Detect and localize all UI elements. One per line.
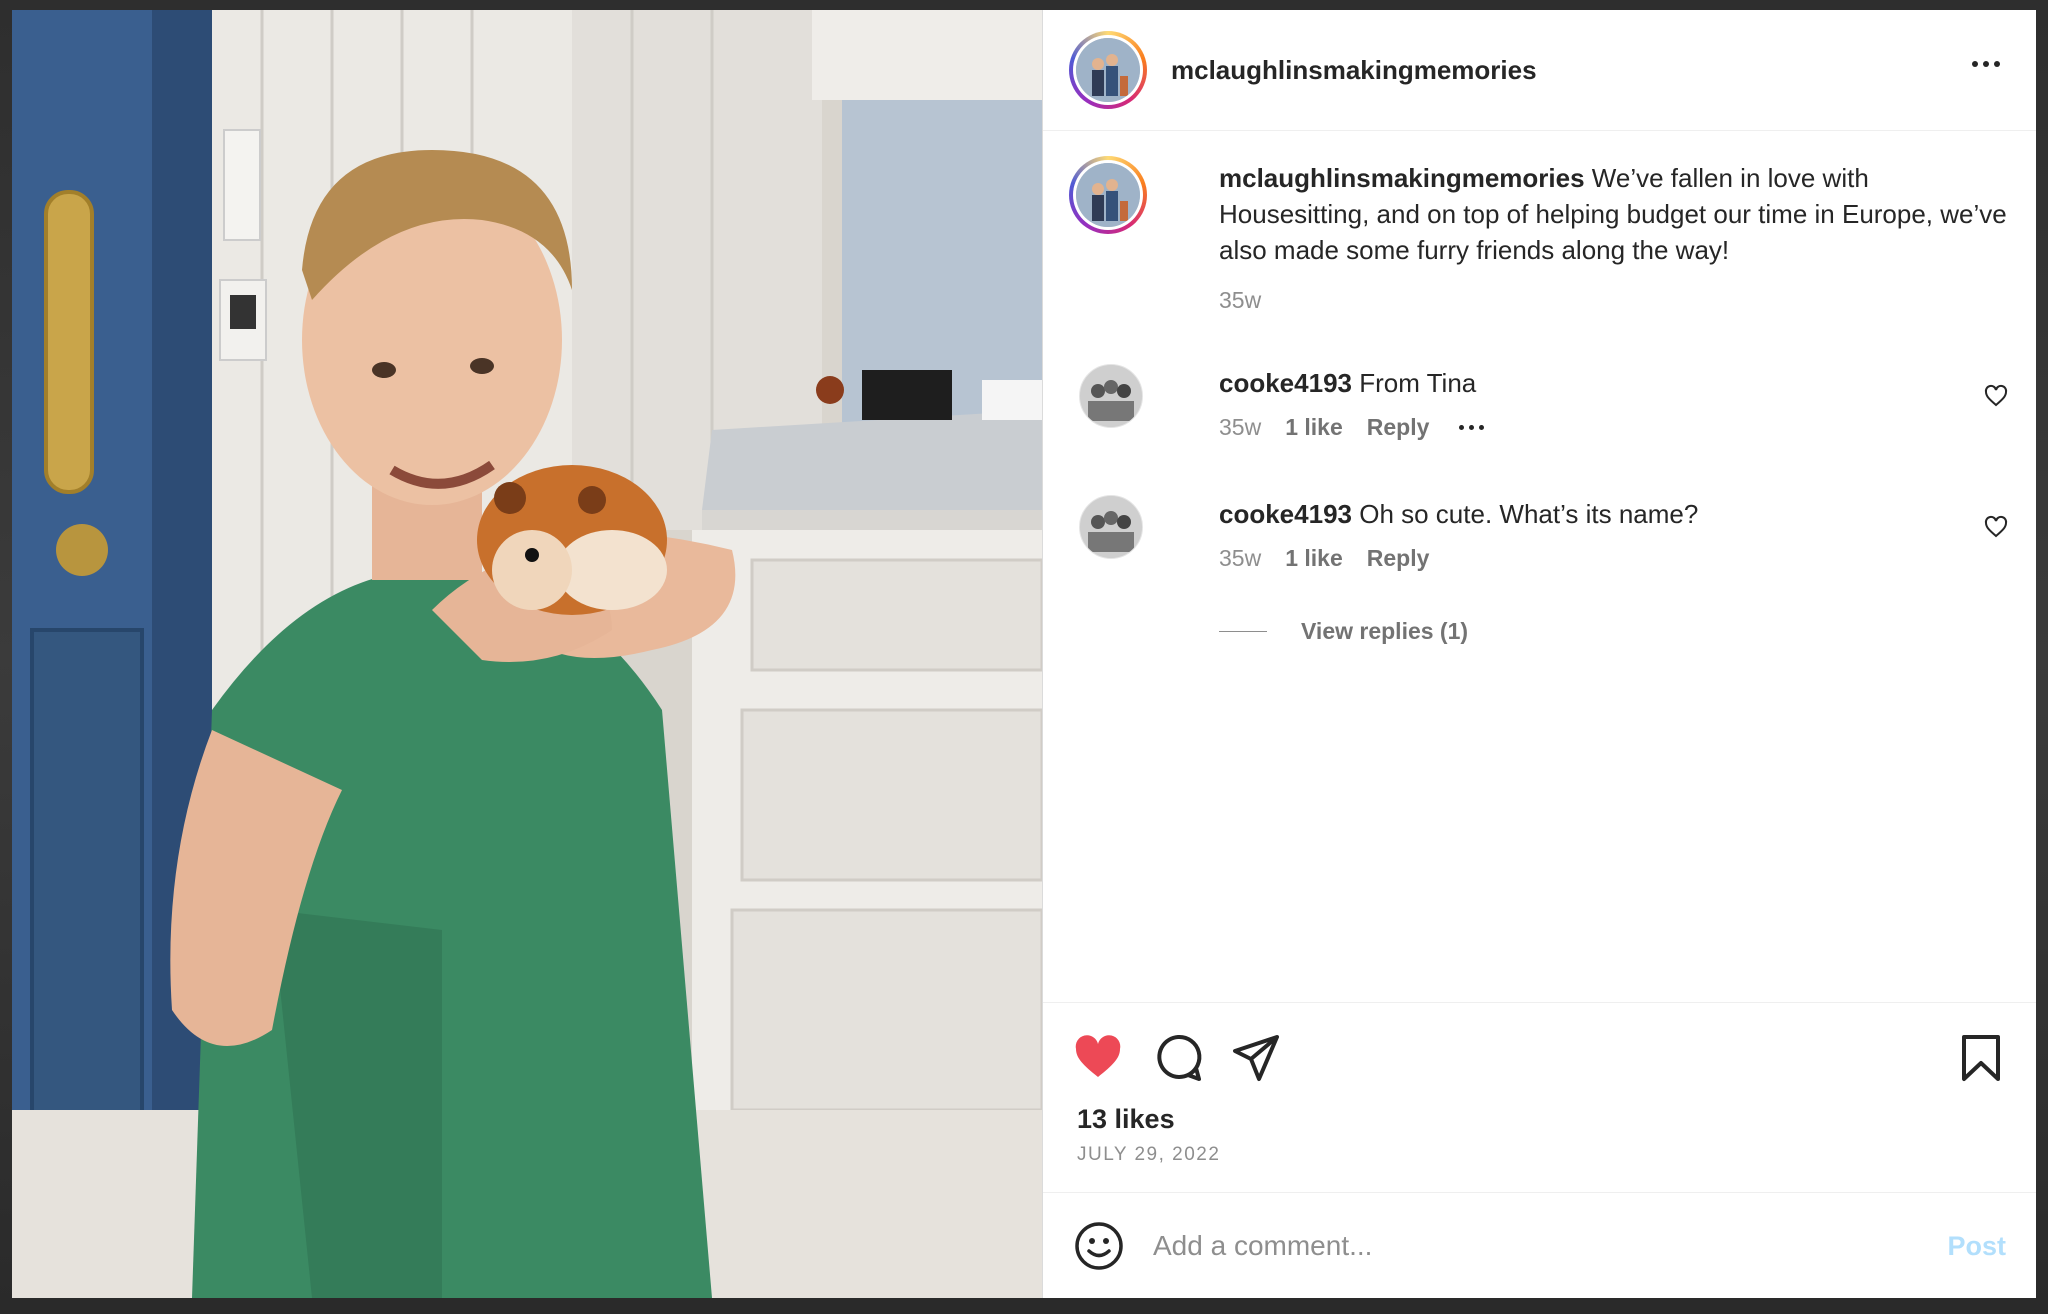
commenter-avatar[interactable] <box>1079 364 1143 428</box>
bookmark-icon[interactable] <box>1956 1033 2006 1083</box>
caption-text-block: mclaughlinsmakingmemories We’ve fallen i… <box>1219 160 2009 318</box>
comment-like-heart-icon[interactable] <box>1984 384 2008 408</box>
post-modal: mclaughlinsmakingmemories mclaughlinsmak… <box>12 10 2036 1298</box>
comment-like-count[interactable]: 1 like <box>1285 545 1343 572</box>
author-avatar-image <box>1076 38 1140 102</box>
comment-like-count[interactable]: 1 like <box>1285 414 1343 441</box>
author-username[interactable]: mclaughlinsmakingmemories <box>1171 55 1537 86</box>
post-photo[interactable] <box>12 10 1042 1298</box>
replies-divider <box>1219 631 1267 632</box>
add-comment-bar: Post <box>1043 1192 2036 1298</box>
commenter-username[interactable]: cooke4193 <box>1219 499 1352 529</box>
comment-input[interactable] <box>1151 1229 1948 1263</box>
comment-icon[interactable] <box>1153 1033 1203 1083</box>
more-options-icon[interactable] <box>1966 52 2006 76</box>
comment-text: From Tina <box>1359 368 1477 398</box>
photo-illustration <box>12 10 1042 1298</box>
emoji-icon[interactable] <box>1073 1220 1125 1272</box>
comment-age: 35w <box>1219 414 1262 440</box>
view-replies-button[interactable]: View replies (1) <box>1219 618 1468 645</box>
post-date: JULY 29, 2022 <box>1077 1144 1221 1165</box>
comment-text: Oh so cute. What’s its name? <box>1359 499 1699 529</box>
like-count[interactable]: 13 likes <box>1077 1104 1175 1135</box>
view-replies-label: View replies (1) <box>1301 618 1469 644</box>
comment-age: 35w <box>1219 545 1262 571</box>
post-details-panel: mclaughlinsmakingmemories mclaughlinsmak… <box>1042 10 2036 1298</box>
post-header: mclaughlinsmakingmemories <box>1043 10 2036 131</box>
share-icon[interactable] <box>1231 1033 1281 1083</box>
commenter-username[interactable]: cooke4193 <box>1219 368 1352 398</box>
author-avatar[interactable] <box>1069 31 1147 109</box>
heart-icon[interactable] <box>1073 1033 1123 1083</box>
comment-like-heart-icon[interactable] <box>1984 515 2008 539</box>
caption-username[interactable]: mclaughlinsmakingmemories <box>1219 163 1585 193</box>
reply-button[interactable]: Reply <box>1367 414 1430 441</box>
reply-button[interactable]: Reply <box>1367 545 1430 572</box>
post-actions-bar <box>1043 1002 2036 1097</box>
post-comment-button[interactable]: Post <box>1947 1231 2006 1262</box>
caption-age: 35w <box>1219 287 1262 313</box>
caption-author-avatar[interactable] <box>1069 156 1147 234</box>
commenter-avatar[interactable] <box>1079 495 1143 559</box>
caption-author-avatar-image <box>1076 163 1140 227</box>
comment-options-icon[interactable] <box>1459 425 1485 430</box>
